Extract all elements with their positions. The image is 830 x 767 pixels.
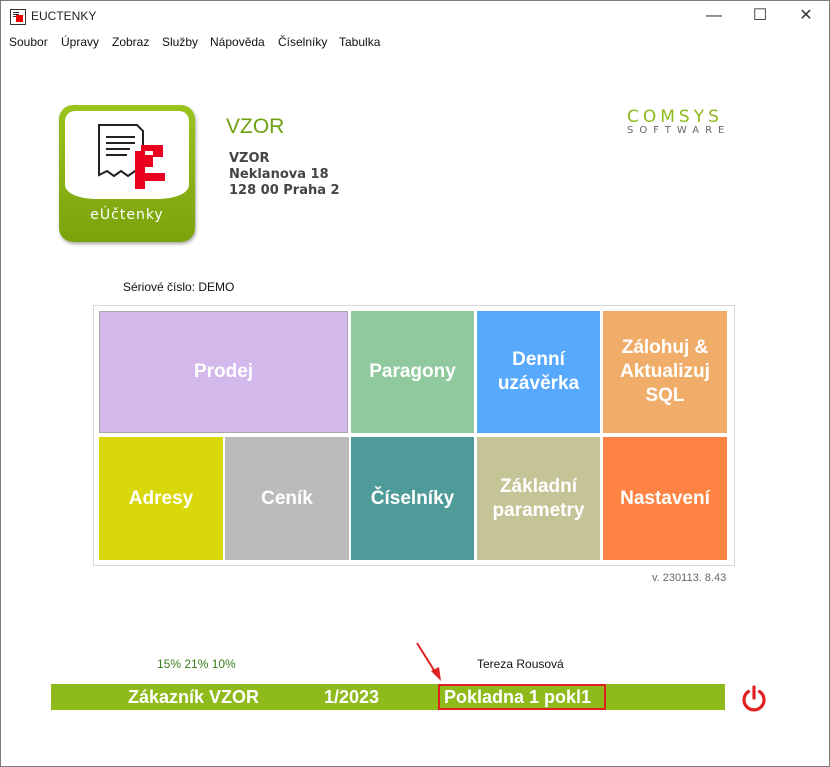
comsys-logo: COMSYS SOFTWARE	[627, 107, 767, 136]
logo-label: eÚčtenky	[90, 207, 164, 223]
tile-adresy-label: Adresy	[128, 487, 194, 509]
logo-background	[65, 111, 189, 199]
menu-bar: Soubor Úpravy Zobraz Služby Nápověda Čís…	[1, 31, 829, 53]
minimize-button[interactable]: —	[691, 1, 737, 31]
app-icon	[10, 9, 26, 25]
serial-number: Sériové číslo: DEMO	[123, 280, 235, 294]
tile-ciselniky[interactable]: Číselníky	[351, 437, 474, 560]
tile-prodej-label: Prodej	[193, 361, 254, 382]
company-name: VZOR	[226, 115, 285, 138]
menu-napoveda[interactable]: Nápověda	[210, 35, 265, 49]
power-icon[interactable]	[740, 684, 768, 712]
menu-upravy[interactable]: Úpravy	[61, 35, 99, 49]
tile-ciselniky-label: Číselníky	[370, 487, 455, 509]
address-line-2: Neklanova 18	[229, 167, 329, 182]
address-line-3: 128 00 Praha 2	[229, 183, 340, 198]
tile-denni-uzaverka-label: Denní uzávěrka	[497, 349, 580, 394]
menu-zobraz[interactable]: Zobraz	[112, 35, 149, 49]
address-line-1: VZOR	[229, 151, 270, 166]
tile-zakladni-parametry[interactable]: Základní parametry	[477, 437, 600, 560]
tile-zakladni-parametry-label: Základní parametry	[492, 475, 585, 521]
status-customer: Zákazník VZOR	[128, 687, 260, 707]
red-arrow-annotation	[416, 642, 441, 681]
euctenky-logo: eÚčtenky	[59, 105, 195, 242]
tile-zalohuj[interactable]: Zálohuj & Aktualizuj SQL	[603, 311, 727, 433]
status-period: 1/2023	[324, 687, 380, 707]
menu-sluzby[interactable]: Služby	[162, 35, 198, 49]
register-highlight-box	[438, 684, 606, 710]
tile-cenik[interactable]: Ceník	[225, 437, 349, 560]
tile-prodej[interactable]: Prodej	[99, 311, 348, 433]
title-bar: EUCTENKY — ☐ ✕	[1, 1, 829, 31]
version-label: v. 230113. 8.43	[652, 572, 727, 584]
close-button[interactable]: ✕	[783, 1, 829, 31]
status-bar: Zákazník VZOR 1/2023 Pokladna 1 pokl1	[51, 684, 725, 710]
tile-adresy[interactable]: Adresy	[99, 437, 223, 560]
menu-tabulka[interactable]: Tabulka	[339, 35, 380, 49]
user-name: Tereza Rousová	[477, 657, 564, 671]
app-window: EUCTENKY — ☐ ✕ Soubor Úpravy Zobraz Služ…	[0, 0, 830, 767]
receipt-icon	[98, 124, 165, 189]
tile-zalohuj-label: Zálohuj & Aktualizuj SQL	[620, 337, 710, 406]
tile-paragony-label: Paragony	[369, 361, 456, 382]
tile-nastaveni[interactable]: Nastavení	[603, 437, 727, 560]
tile-denni-uzaverka[interactable]: Denní uzávěrka	[477, 311, 600, 433]
tile-nastaveni-label: Nastavení	[620, 487, 710, 509]
brand-name: COMSYS	[627, 107, 723, 127]
tile-paragony[interactable]: Paragony	[351, 311, 474, 433]
menu-ciselniky[interactable]: Číselníky	[278, 35, 327, 49]
tile-cenik-label: Ceník	[261, 487, 313, 509]
maximize-button[interactable]: ☐	[737, 1, 783, 31]
vat-rates: 15% 21% 10%	[157, 657, 236, 671]
window-title: EUCTENKY	[31, 9, 97, 23]
brand-subtitle: SOFTWARE	[627, 125, 731, 136]
menu-soubor[interactable]: Soubor	[9, 35, 48, 49]
